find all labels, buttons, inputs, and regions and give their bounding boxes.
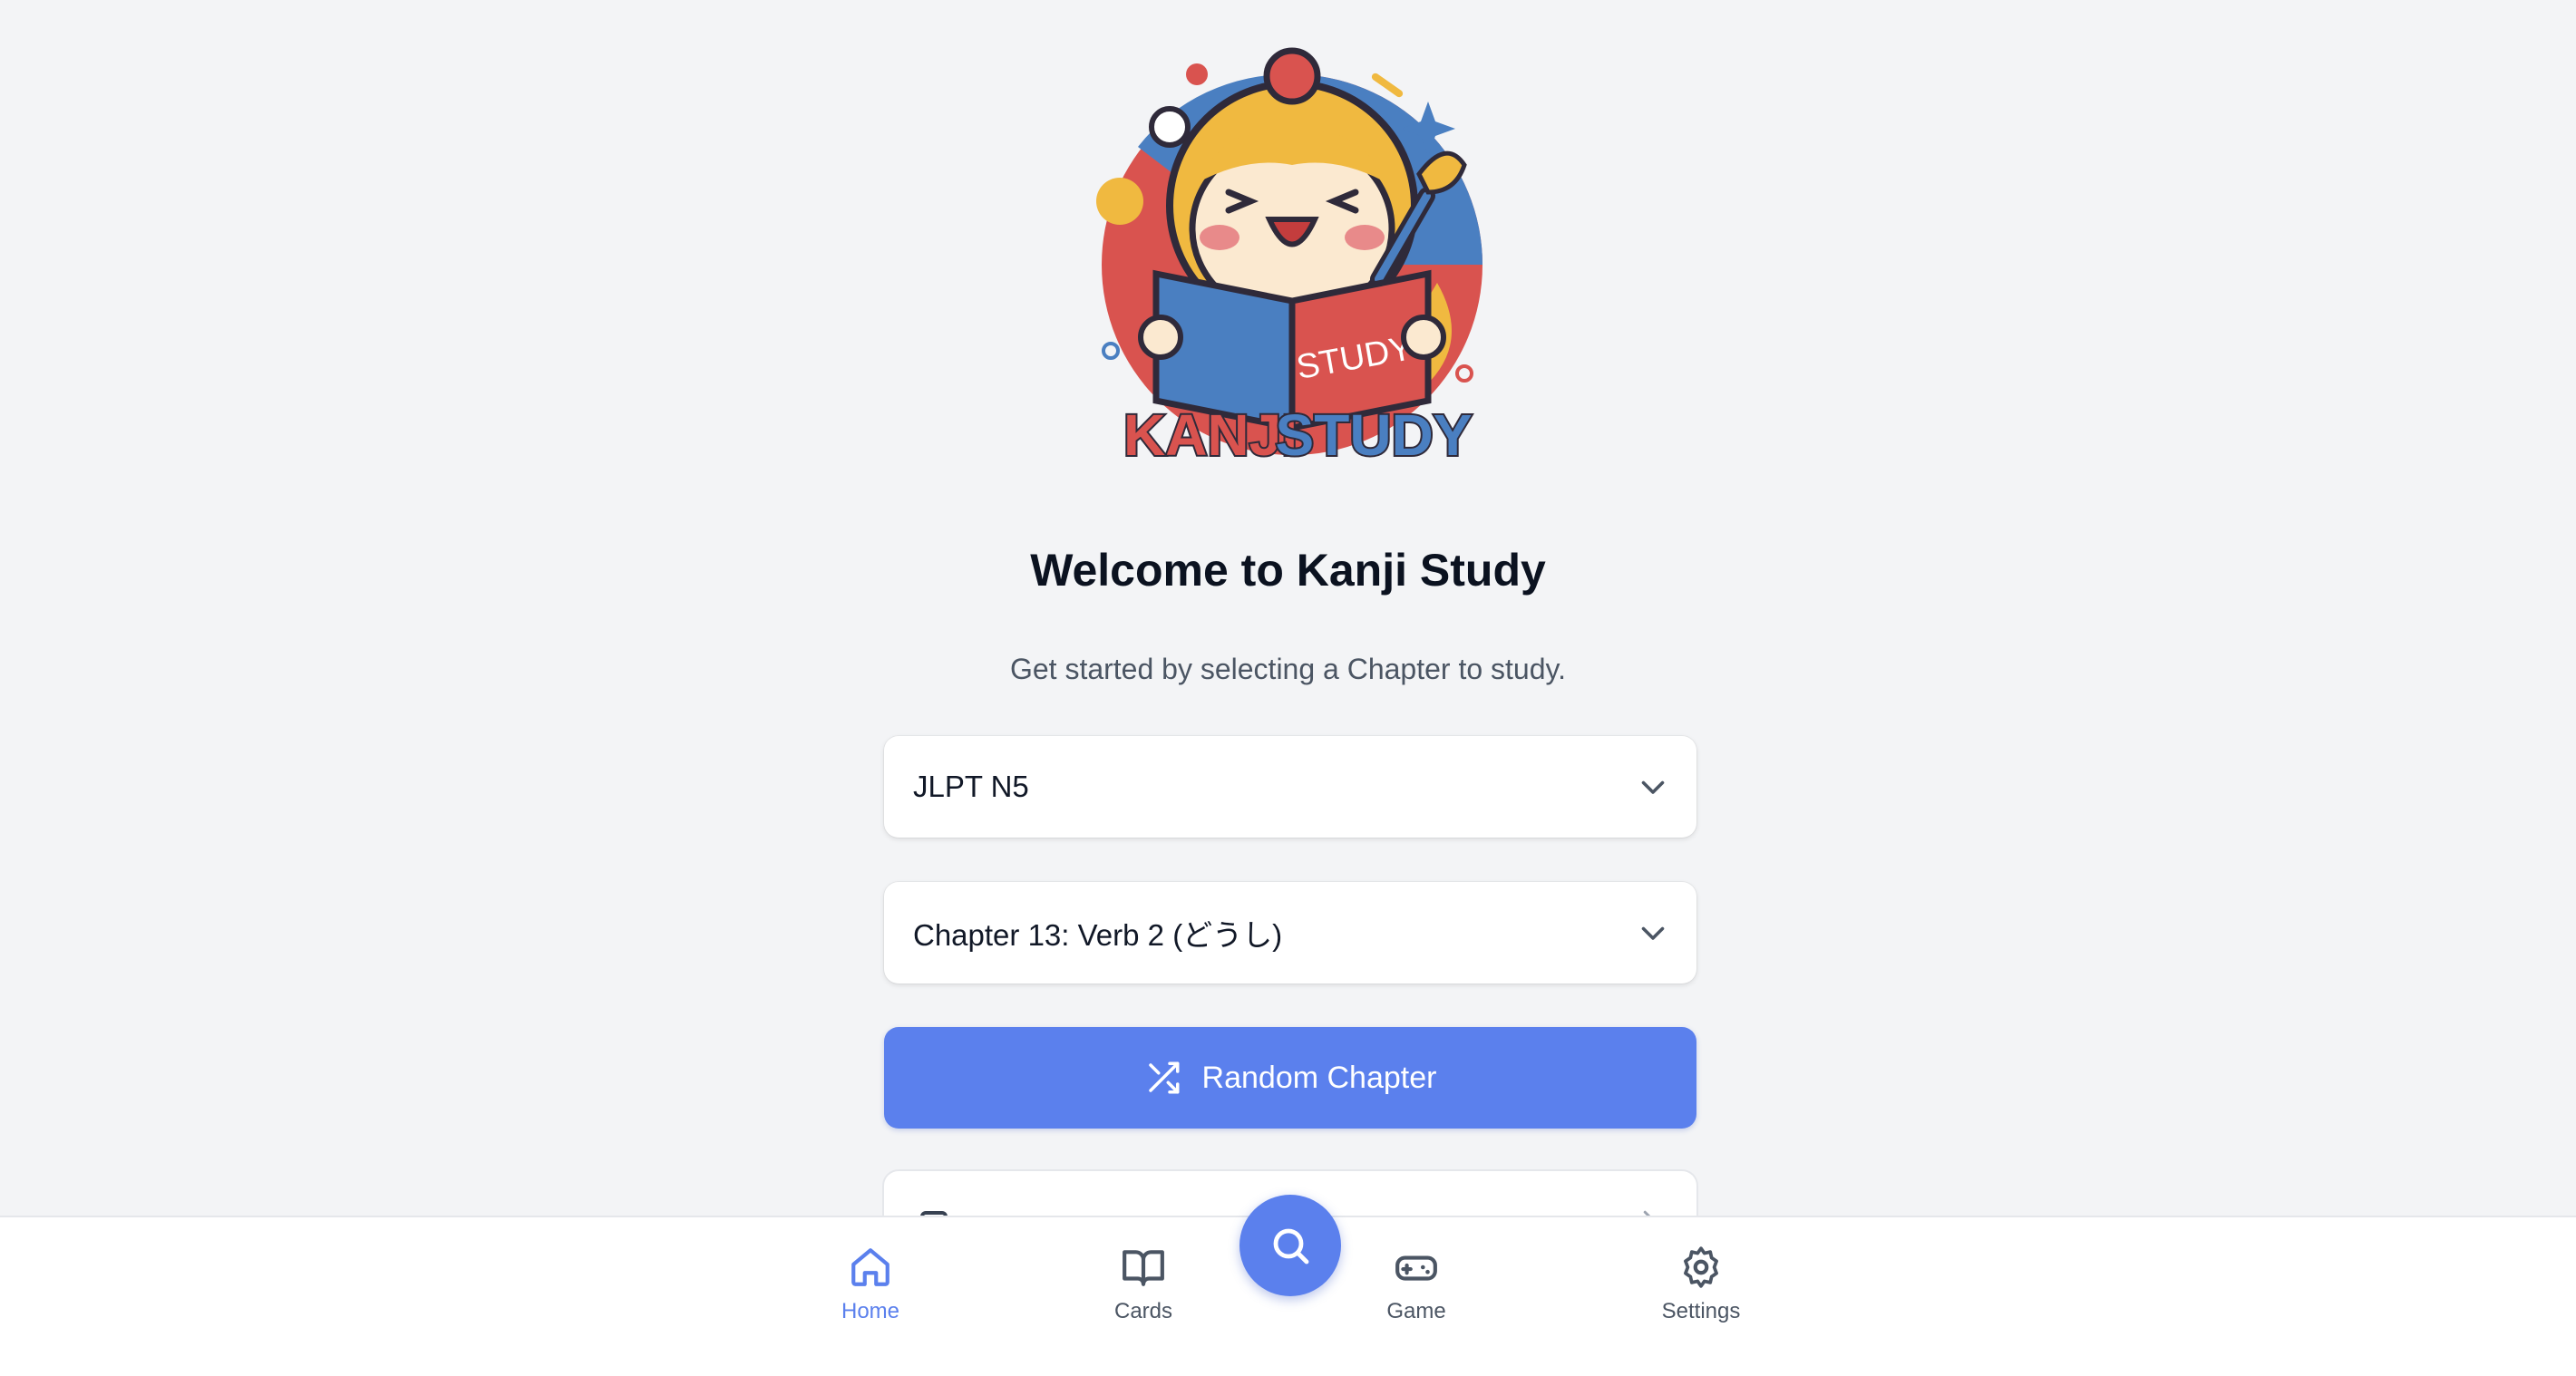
search-button[interactable] — [1239, 1195, 1341, 1296]
search-icon — [1273, 1228, 1309, 1265]
gamepad-icon — [1395, 1255, 1437, 1281]
chevron-down-icon — [1641, 780, 1665, 794]
nav-item-home[interactable]: Home — [780, 1245, 961, 1324]
home-icon — [851, 1248, 889, 1286]
random-chapter-button[interactable]: Random Chapter — [884, 1027, 1696, 1129]
gear-icon — [1684, 1246, 1718, 1288]
nav-label-settings: Settings — [1661, 1299, 1741, 1323]
logo-wordmark-kanji: KANJI — [1123, 402, 1298, 468]
random-chapter-label: Random Chapter — [1201, 1060, 1437, 1095]
page-subtitle: Get started by selecting a Chapter to st… — [1009, 653, 1567, 685]
home-page: STUDY KANJI STUDY Welcome to Kanji Study… — [0, 0, 2576, 1376]
chapter-select[interactable]: Chapter 13: Verb 2 (どうし) — [884, 882, 1696, 984]
level-select[interactable]: JLPT N5 — [884, 736, 1696, 838]
nav-item-game[interactable]: Game — [1326, 1245, 1507, 1324]
nav-item-cards[interactable]: Cards — [1053, 1245, 1234, 1324]
nav-label-game: Game — [1386, 1299, 1446, 1323]
book-open-icon — [1123, 1250, 1164, 1286]
chapter-select-value: Chapter 13: Verb 2 (どうし) — [913, 918, 1283, 952]
level-select-value: JLPT N5 — [913, 770, 1029, 803]
logo-wordmark-study: STUDY — [1276, 402, 1473, 468]
chevron-down-icon — [1641, 926, 1665, 940]
nav-item-settings[interactable]: Settings — [1610, 1245, 1792, 1324]
kanji-study-logo: STUDY KANJI STUDY — [1096, 47, 1482, 470]
shuffle-icon — [1148, 1061, 1180, 1094]
nav-label-cards: Cards — [1113, 1299, 1173, 1323]
nav-label-home: Home — [841, 1299, 900, 1323]
page-title: Welcome to Kanji Study — [1030, 545, 1546, 596]
